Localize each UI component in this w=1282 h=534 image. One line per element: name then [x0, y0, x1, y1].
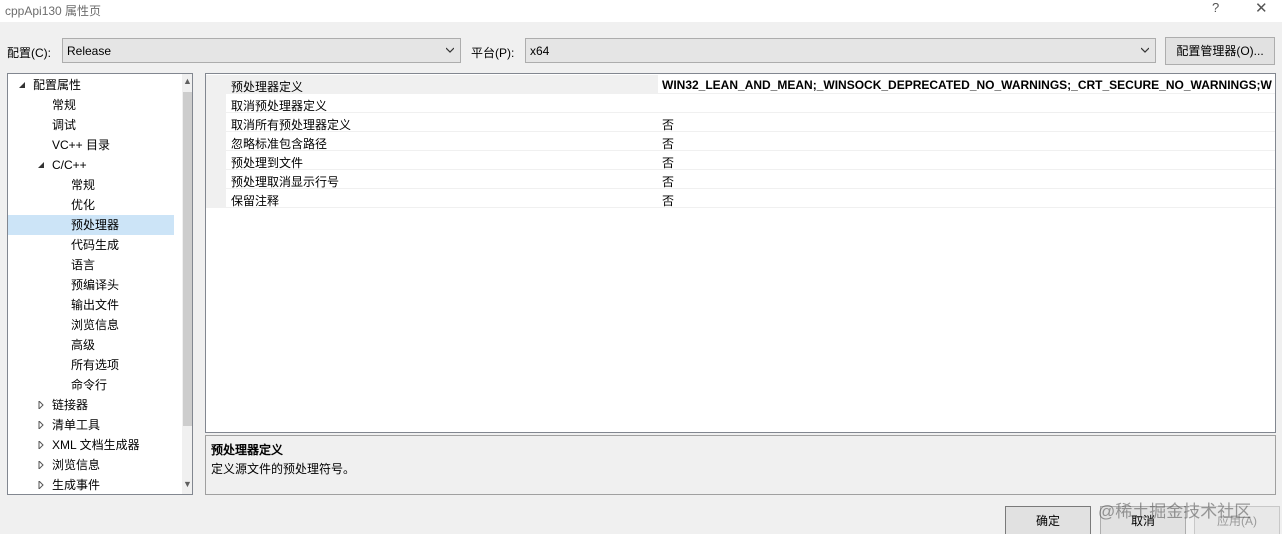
- scroll-down-icon[interactable]: ▼: [183, 479, 192, 489]
- tree-collapsed-icon[interactable]: [37, 401, 45, 409]
- tree-item[interactable]: XML 文档生成器: [8, 435, 174, 455]
- tree-item[interactable]: 语言: [8, 255, 174, 275]
- tree-item-label: 生成事件: [52, 478, 101, 492]
- close-icon[interactable]: ✕: [1255, 0, 1268, 17]
- tree-item[interactable]: 输出文件: [8, 295, 174, 315]
- property-grid[interactable]: 预处理器定义 WIN32_LEAN_AND_MEAN;_WINSOCK_DEPRE…: [205, 73, 1276, 433]
- tree-item-label: 所有选项: [71, 358, 120, 372]
- row-gutter: [206, 75, 226, 94]
- tree-item[interactable]: 命令行: [8, 375, 174, 395]
- help-icon[interactable]: ?: [1212, 0, 1219, 15]
- row-gutter: [206, 132, 226, 151]
- tree-item[interactable]: VC++ 目录: [8, 135, 174, 155]
- tree-item-label: 命令行: [71, 378, 108, 392]
- tree-item-label: 预处理器: [71, 218, 120, 232]
- tree-expanded-icon[interactable]: [18, 81, 26, 89]
- tree-item-label: 配置属性: [33, 78, 82, 92]
- tree-item-label: VC++ 目录: [52, 138, 111, 152]
- tree-item[interactable]: 高级: [8, 335, 174, 355]
- tree-item-label: 优化: [71, 198, 96, 212]
- property-tree[interactable]: 生成事件 浏览信息 XML 文档生成器 清单工具 链接器 命令行 所有选项 高级 浏览信息 输出文…: [7, 73, 193, 495]
- tree-item-label: 代码生成: [71, 238, 120, 252]
- tree-item[interactable]: 预处理器: [8, 215, 174, 235]
- chevron-down-icon: [446, 47, 454, 53]
- tree-item-label: 高级: [71, 338, 96, 352]
- tree-item[interactable]: 清单工具: [8, 415, 174, 435]
- tree-item-label: 输出文件: [71, 298, 120, 312]
- platform-select-value: x64: [530, 44, 550, 58]
- property-row[interactable]: 忽略标准包含路径否: [206, 132, 1275, 151]
- platform-label: 平台(P):: [471, 46, 515, 60]
- config-select[interactable]: Release: [62, 38, 461, 63]
- property-row[interactable]: 取消所有预处理器定义否: [206, 113, 1275, 132]
- watermark: @稀土掘金技术社区: [1098, 502, 1252, 521]
- tree-item-label: 浏览信息: [71, 318, 120, 332]
- row-gutter: [206, 151, 226, 170]
- chevron-down-icon: [1141, 47, 1149, 53]
- row-gutter: [206, 189, 226, 208]
- property-row[interactable]: 取消预处理器定义: [206, 94, 1275, 113]
- tree-item[interactable]: 常规: [8, 175, 174, 195]
- config-manager-button[interactable]: 配置管理器(O)...: [1165, 37, 1275, 65]
- description-title: 预处理器定义: [211, 443, 284, 457]
- tree-item[interactable]: 代码生成: [8, 235, 174, 255]
- tree-item[interactable]: 配置属性: [8, 75, 174, 95]
- tree-item-label: 预编译头: [71, 278, 120, 292]
- description-text: 定义源文件的预处理符号。: [211, 462, 356, 476]
- property-value[interactable]: WIN32_LEAN_AND_MEAN;_WINSOCK_DEPRECATED_…: [662, 78, 1272, 92]
- tree-item[interactable]: 常规: [8, 95, 174, 115]
- tree-expanded-icon[interactable]: [37, 161, 45, 169]
- tree-collapsed-icon[interactable]: [37, 461, 45, 469]
- tree-item-label: 清单工具: [52, 418, 101, 432]
- property-row[interactable]: 预处理器定义 WIN32_LEAN_AND_MEAN;_WINSOCK_DEPRE…: [206, 75, 1275, 94]
- scroll-thumb[interactable]: [183, 92, 192, 426]
- platform-select[interactable]: x64: [525, 38, 1156, 63]
- tree-collapsed-icon[interactable]: [37, 441, 45, 449]
- property-name-cell: [226, 189, 658, 208]
- tree-item[interactable]: 所有选项: [8, 355, 174, 375]
- property-row[interactable]: 保留注释否: [206, 189, 1275, 208]
- scroll-up-icon[interactable]: ▲: [183, 76, 192, 86]
- tree-item-label: 浏览信息: [52, 458, 101, 472]
- row-gutter: [206, 94, 226, 113]
- tree-item[interactable]: 链接器: [8, 395, 174, 415]
- property-row[interactable]: 预处理取消显示行号否: [206, 170, 1275, 189]
- tree-item-label: 语言: [71, 258, 96, 272]
- tree-item[interactable]: C/C++: [8, 155, 174, 175]
- title-bar: cppApi130 属性页 ? ✕: [0, 0, 1282, 22]
- tree-scrollbar[interactable]: ▲ ▼: [182, 74, 192, 494]
- row-gutter: [206, 170, 226, 189]
- tree-collapsed-icon[interactable]: [37, 421, 45, 429]
- tree-item-label: XML 文档生成器: [52, 438, 140, 452]
- tree-item-label: 常规: [52, 98, 77, 112]
- row-gutter: [206, 113, 226, 132]
- config-select-value: Release: [67, 44, 112, 58]
- tree-item-label: 调试: [52, 118, 77, 132]
- tree-item[interactable]: 浏览信息: [8, 315, 174, 335]
- tree-collapsed-icon[interactable]: [37, 481, 45, 489]
- tree-item-label: 链接器: [52, 398, 89, 412]
- tree-item[interactable]: 调试: [8, 115, 174, 135]
- tree-item-label: C/C++: [52, 158, 87, 172]
- description-panel: 预处理器定义 定义源文件的预处理符号。: [205, 435, 1276, 495]
- tree-item[interactable]: 浏览信息: [8, 455, 174, 475]
- config-label: 配置(C):: [7, 46, 51, 60]
- tree-item[interactable]: 优化: [8, 195, 174, 215]
- window-title: cppApi130 属性页: [5, 4, 102, 18]
- property-row[interactable]: 预处理到文件否: [206, 151, 1275, 170]
- tree-item[interactable]: 生成事件: [8, 475, 174, 494]
- ok-button[interactable]: 确定: [1005, 506, 1091, 534]
- row-divider: [226, 207, 1275, 208]
- tree-item[interactable]: 预编译头: [8, 275, 174, 295]
- tree-item-label: 常规: [71, 178, 96, 192]
